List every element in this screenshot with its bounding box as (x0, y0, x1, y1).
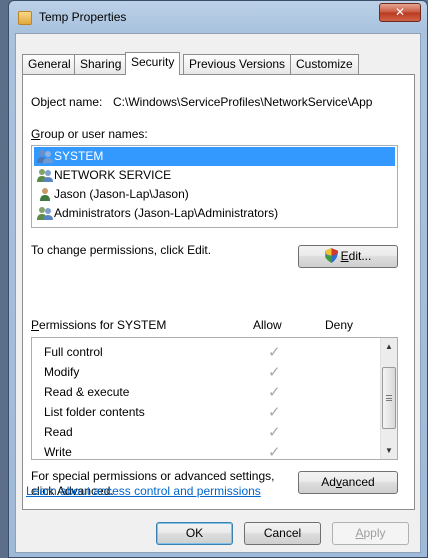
allow-check-icon: ✓ (268, 344, 281, 361)
deny-column-header: Deny (325, 318, 354, 332)
allow-check-icon: ✓ (268, 444, 281, 460)
dialog-client-area: General Sharing Security Previous Versio… (15, 33, 421, 553)
permission-row: Read & execute ✓ (32, 382, 372, 402)
close-button[interactable]: ✕ (379, 3, 421, 22)
advanced-hint-line1: For special permissions or advanced sett… (31, 469, 275, 483)
folder-icon (18, 11, 32, 25)
edit-button[interactable]: Edit... (298, 245, 398, 268)
list-item-label: Administrators (Jason-Lap\Administrators… (54, 206, 279, 220)
permission-row: Full control ✓ (32, 342, 372, 362)
ok-button[interactable]: OK (156, 522, 233, 545)
permission-name: Read & execute (44, 385, 130, 399)
window-title: Temp Properties (39, 10, 127, 24)
permission-name: Full control (44, 345, 103, 359)
permissions-list[interactable]: Full control ✓ Modify ✓ Read & execute ✓… (31, 337, 398, 460)
grip-icon (386, 395, 392, 401)
scroll-thumb[interactable] (382, 367, 396, 429)
tab-sharing[interactable]: Sharing (74, 54, 128, 74)
permissions-scrollbar[interactable]: ▲ ▼ (380, 338, 397, 459)
security-tab-panel: Object name: C:\Windows\ServiceProfiles\… (22, 74, 415, 510)
object-name-label: Object name: (31, 95, 103, 109)
permission-name: Modify (44, 365, 80, 379)
tab-general[interactable]: General (22, 54, 77, 74)
list-item-network-service[interactable]: NETWORK SERVICE (34, 166, 395, 185)
list-item-system[interactable]: SYSTEM (34, 147, 395, 166)
permission-row: List folder contents ✓ (32, 402, 372, 422)
tab-security[interactable]: Security (125, 52, 181, 75)
tab-previous-versions[interactable]: Previous Versions (183, 54, 292, 74)
cancel-button[interactable]: Cancel (244, 522, 321, 545)
allow-check-icon: ✓ (268, 384, 281, 401)
properties-window: Temp Properties ✕ General Sharing Securi… (8, 0, 428, 558)
uac-shield-icon (324, 248, 338, 263)
tab-customize[interactable]: Customize (290, 54, 359, 74)
group-user-list[interactable]: SYSTEM NETWORK SERVICE Jason (Jason-Lap\… (31, 145, 398, 228)
permission-name: Write (44, 445, 72, 459)
scroll-up-arrow-icon[interactable]: ▲ (381, 338, 397, 355)
allow-column-header: Allow (253, 318, 282, 332)
apply-button[interactable]: Apply (332, 522, 409, 545)
object-name-value: C:\Windows\ServiceProfiles\NetworkServic… (113, 95, 373, 109)
permission-name: Read (44, 425, 73, 439)
permission-row: Write ✓ (32, 442, 372, 460)
group-users-label: Group or user names: (31, 127, 148, 141)
allow-check-icon: ✓ (268, 404, 281, 421)
permission-name: List folder contents (44, 405, 145, 419)
help-link[interactable]: Learn about access control and permissio… (26, 484, 261, 498)
change-permissions-text: To change permissions, click Edit. (31, 243, 212, 257)
list-item-administrators[interactable]: Administrators (Jason-Lap\Administrators… (34, 204, 395, 223)
permissions-for-label: Permissions for SYSTEM (31, 318, 167, 332)
list-item-label: SYSTEM (54, 149, 104, 163)
title-bar[interactable]: Temp Properties ✕ (9, 1, 427, 33)
advanced-button[interactable]: Advanced (298, 471, 398, 494)
allow-check-icon: ✓ (268, 424, 281, 441)
close-icon: ✕ (394, 5, 406, 19)
group-users-icon (37, 169, 53, 182)
group-users-icon (37, 150, 53, 163)
list-item-label: NETWORK SERVICE (54, 168, 172, 182)
permission-row: Read ✓ (32, 422, 372, 442)
list-item-label: Jason (Jason-Lap\Jason) (54, 187, 189, 201)
user-icon (40, 188, 50, 201)
group-users-icon (37, 207, 53, 220)
allow-check-icon: ✓ (268, 364, 281, 381)
list-item-jason[interactable]: Jason (Jason-Lap\Jason) (34, 185, 395, 204)
permission-row: Modify ✓ (32, 362, 372, 382)
scroll-down-arrow-icon[interactable]: ▼ (381, 442, 397, 459)
